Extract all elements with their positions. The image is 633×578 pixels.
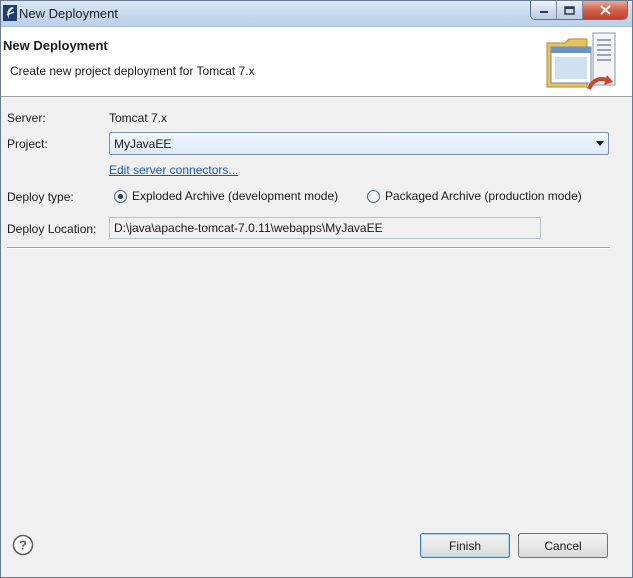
chevron-down-icon[interactable] [592,141,608,146]
radio-packaged-archive[interactable]: Packaged Archive (production mode) [367,189,582,203]
minimize-icon [539,11,548,13]
finish-button[interactable]: Finish [420,533,510,558]
edit-server-connectors-link[interactable]: Edit server connectors... [109,163,238,177]
header-banner: New Deployment Create new project deploy… [1,27,632,97]
deploy-type-label: Deploy type: [7,190,74,204]
radio-button-selected[interactable] [114,189,127,203]
close-icon [599,5,611,15]
server-value: Tomcat 7.x [109,111,168,125]
radio-button-unselected[interactable] [367,189,380,203]
banner-description: Create new project deployment for Tomcat… [10,64,255,78]
maximize-button[interactable] [557,1,583,19]
window-controls [530,1,628,20]
minimize-button[interactable] [531,1,557,19]
new-deployment-dialog: New Deployment New Deployment Create new… [0,0,633,578]
close-button[interactable] [583,1,627,19]
banner-title: New Deployment [3,38,108,53]
myeclipse-icon [3,5,17,21]
radio-exploded-archive-label: Exploded Archive (development mode) [132,189,339,203]
radio-exploded-archive[interactable]: Exploded Archive (development mode) [114,189,338,203]
deploy-server-icon [541,31,621,95]
title-bar[interactable]: New Deployment [1,1,632,27]
project-select[interactable]: MyJavaEE [109,132,609,155]
server-label: Server: [7,111,46,125]
window-title: New Deployment [19,6,118,21]
project-label: Project: [7,137,48,151]
deploy-location-field[interactable]: D:\java\apache-tomcat-7.0.11\webapps\MyJ… [109,217,541,239]
svg-text:?: ? [19,538,27,553]
project-select-value: MyJavaEE [114,136,172,151]
deploy-location-label: Deploy Location: [7,222,97,236]
help-icon[interactable]: ? [12,534,34,556]
deploy-location-value: D:\java\apache-tomcat-7.0.11\webapps\MyJ… [114,221,383,235]
cancel-button[interactable]: Cancel [518,533,608,558]
maximize-icon [564,5,575,15]
separator [7,247,610,249]
radio-packaged-archive-label: Packaged Archive (production mode) [385,189,582,203]
